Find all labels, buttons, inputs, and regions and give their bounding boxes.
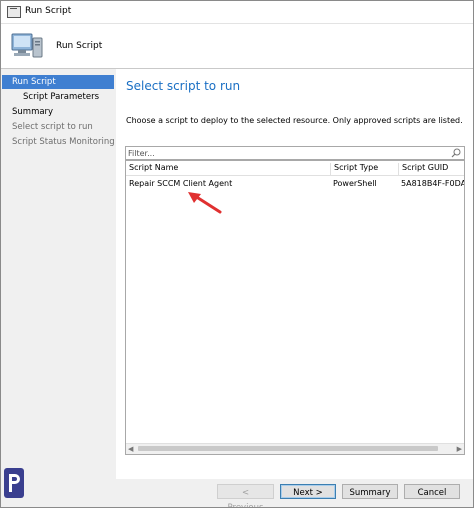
list-item[interactable]: Repair SCCM Client Agent PowerShell 5A81…: [126, 178, 464, 192]
previous-button[interactable]: < Previous: [217, 484, 274, 507]
window-app-icon: [7, 6, 21, 18]
brand-logo-icon: [4, 468, 24, 498]
nav-item-summary[interactable]: Summary: [12, 105, 53, 119]
scrollbar-thumb[interactable]: [138, 446, 438, 451]
horizontal-scrollbar[interactable]: ◀ ▶: [126, 443, 464, 454]
nav-item-script-status-monitoring[interactable]: Script Status Monitoring: [12, 135, 115, 149]
filter-box[interactable]: [125, 146, 465, 160]
header-title: Run Script: [56, 41, 103, 51]
nav-item-script-parameters[interactable]: Script Parameters: [23, 90, 99, 104]
column-header-script-name[interactable]: Script Name: [126, 163, 178, 175]
page-title: Select script to run: [126, 79, 241, 93]
wizard-header: Run Script: [1, 24, 473, 69]
list-header: Script Name Script Type Script GUID: [126, 161, 464, 176]
column-header-script-type[interactable]: Script Type: [330, 163, 378, 175]
script-name-cell: Repair SCCM Client Agent: [129, 179, 233, 188]
next-button[interactable]: Next >: [280, 484, 336, 499]
filter-input[interactable]: [128, 147, 446, 159]
page-description: Choose a script to deploy to the selecte…: [126, 116, 463, 125]
nav-item-select-script[interactable]: Select script to run: [12, 120, 93, 134]
script-type-cell: PowerShell: [333, 179, 377, 188]
scroll-left-icon[interactable]: ◀: [128, 445, 133, 453]
run-script-window: Run Script Run Script Run Script Script …: [0, 0, 474, 508]
summary-button[interactable]: Summary: [342, 484, 398, 499]
wizard-nav: Run Script Script Parameters Summary Sel…: [1, 69, 115, 487]
cancel-button[interactable]: Cancel: [404, 484, 460, 499]
scroll-right-icon[interactable]: ▶: [457, 445, 462, 453]
computer-icon: [11, 33, 43, 58]
scripts-list: Script Name Script Type Script GUID Repa…: [125, 160, 465, 455]
column-header-script-guid[interactable]: Script GUID: [398, 163, 448, 175]
nav-item-run-script[interactable]: Run Script: [2, 75, 114, 89]
annotation-arrow-icon: [188, 192, 222, 214]
title-bar: Run Script: [1, 1, 473, 24]
script-guid-cell: 5A818B4F-F0DA-4: [401, 179, 464, 188]
search-icon[interactable]: [451, 148, 461, 158]
content-pane: Select script to run Choose a script to …: [116, 69, 473, 479]
wizard-footer: < Previous Next > Summary Cancel: [1, 479, 473, 507]
window-title: Run Script: [25, 6, 72, 16]
